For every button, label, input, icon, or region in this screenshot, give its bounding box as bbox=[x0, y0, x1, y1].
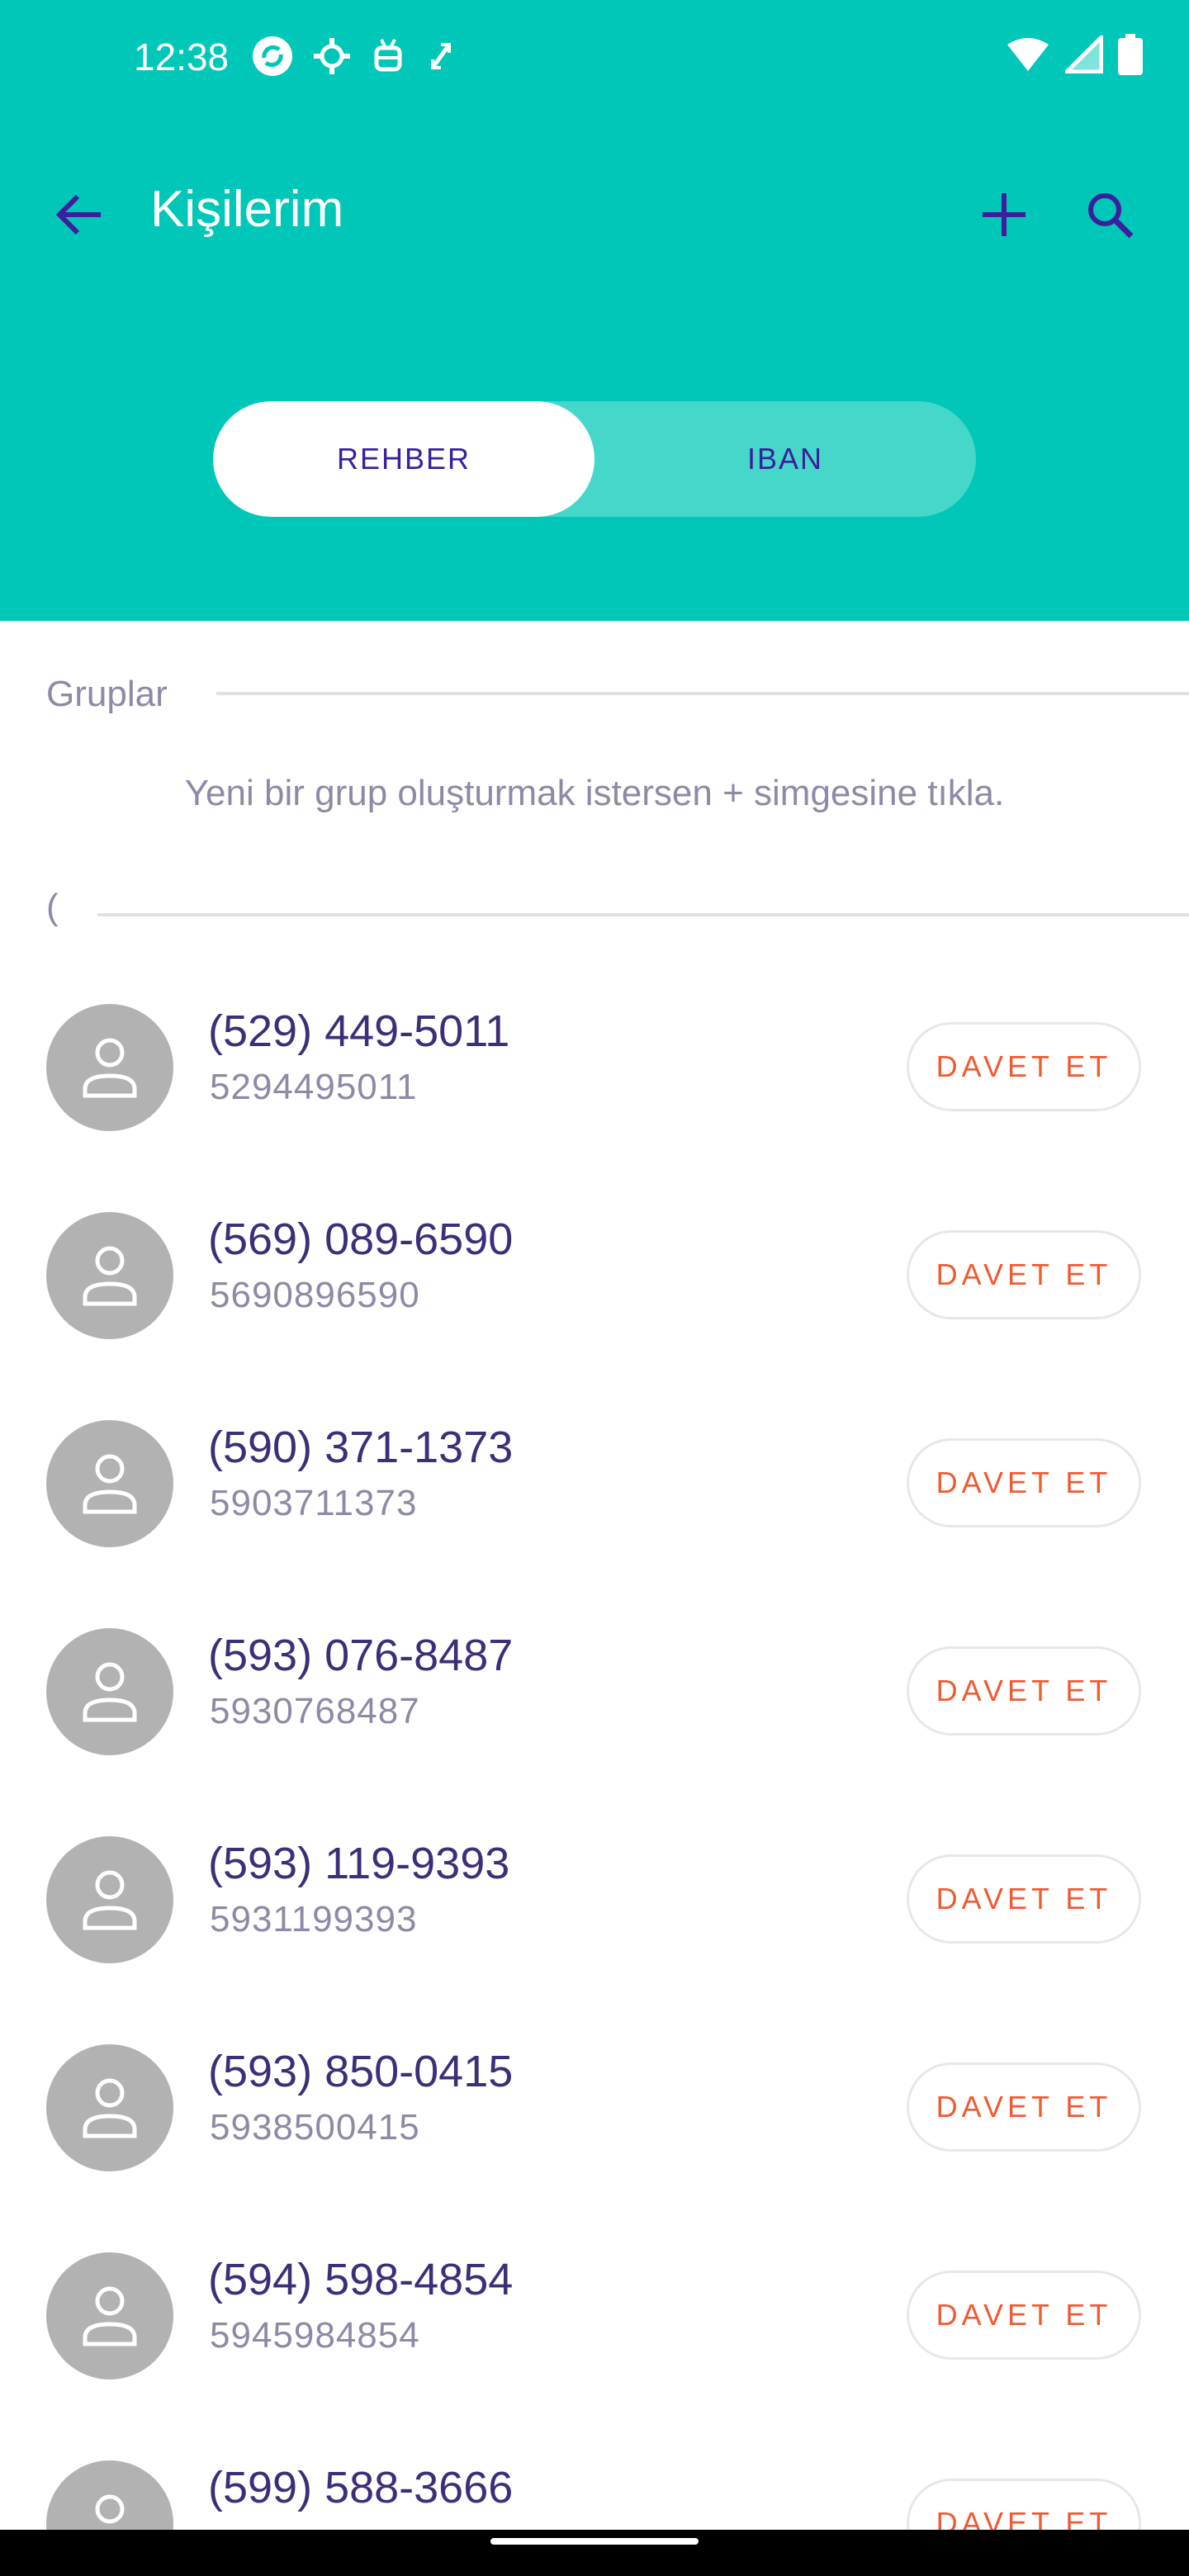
contact-row[interactable]: (593) 076-8487 5930768487 DAVET ET bbox=[0, 1612, 1189, 1777]
invite-button[interactable]: DAVET ET bbox=[907, 2479, 1141, 2530]
avatar bbox=[46, 2460, 173, 2530]
person-icon bbox=[83, 2078, 137, 2138]
invite-button[interactable]: DAVET ET bbox=[907, 1438, 1141, 1527]
search-icon bbox=[1088, 193, 1134, 239]
notification-sync-icon bbox=[251, 35, 294, 82]
contact-name: (599) 588-3666 bbox=[208, 2463, 514, 2512]
groups-divider bbox=[216, 692, 1189, 695]
invite-button[interactable]: DAVET ET bbox=[907, 1854, 1141, 1944]
tab-switcher: REHBER IBAN bbox=[213, 401, 976, 517]
avatar bbox=[46, 2044, 173, 2171]
groups-label: Gruplar bbox=[46, 674, 168, 714]
page-title: Kişilerim bbox=[150, 181, 344, 238]
app-bar: Kişilerim bbox=[0, 165, 1189, 264]
invite-button[interactable]: DAVET ET bbox=[907, 2271, 1141, 2360]
person-icon bbox=[95, 2494, 125, 2524]
contact-name: (569) 089-6590 bbox=[208, 1215, 514, 1264]
status-icons-right bbox=[1006, 31, 1143, 81]
invite-button[interactable]: DAVET ET bbox=[907, 1022, 1141, 1111]
contact-row[interactable]: (590) 371-1373 5903711373 DAVET ET bbox=[0, 1404, 1189, 1569]
search-button[interactable] bbox=[1077, 182, 1143, 248]
contact-row[interactable]: (593) 119-9393 5931199393 DAVET ET bbox=[0, 1820, 1189, 1985]
contacts-section-label: ( bbox=[46, 887, 59, 927]
wifi-icon bbox=[1006, 36, 1050, 77]
status-icons-left bbox=[251, 35, 457, 81]
contact-number: 5903711373 bbox=[210, 1483, 418, 1523]
avatar bbox=[46, 1628, 173, 1755]
signal-icon bbox=[1061, 31, 1104, 78]
avatar bbox=[46, 1004, 173, 1131]
tab-iban[interactable]: IBAN bbox=[594, 401, 976, 517]
contacts-divider bbox=[97, 913, 1189, 916]
back-button[interactable] bbox=[46, 182, 112, 248]
gear-icon bbox=[312, 36, 352, 80]
status-time: 12:38 bbox=[134, 36, 230, 78]
arrow-back-icon bbox=[55, 194, 101, 235]
contact-name: (593) 119-9393 bbox=[208, 1839, 510, 1888]
avatar bbox=[46, 1420, 173, 1547]
contact-name: (529) 449-5011 bbox=[208, 1006, 510, 1056]
plus-icon bbox=[983, 193, 1026, 236]
header: 12:38 Kişilerim REHBER IBAN bbox=[0, 0, 1189, 621]
invite-button[interactable]: DAVET ET bbox=[907, 1646, 1141, 1735]
contact-number: 5938500415 bbox=[210, 2107, 420, 2147]
person-icon bbox=[83, 1454, 137, 1514]
contact-row[interactable]: (594) 598-4854 5945984854 DAVET ET bbox=[0, 2236, 1189, 2401]
contact-number: 5945984854 bbox=[210, 2315, 420, 2356]
contact-number: 5294495011 bbox=[210, 1067, 418, 1107]
contact-name: (590) 371-1373 bbox=[208, 1423, 514, 1472]
person-icon bbox=[83, 1246, 137, 1306]
system-nav-bar bbox=[0, 2530, 1189, 2576]
android-icon bbox=[370, 36, 406, 80]
avatar bbox=[46, 1212, 173, 1339]
person-icon bbox=[83, 1038, 137, 1098]
groups-hint: Yeni bir grup oluşturmak istersen + simg… bbox=[184, 773, 1005, 813]
invite-button[interactable]: DAVET ET bbox=[907, 1230, 1141, 1319]
person-icon bbox=[83, 1870, 137, 1930]
contact-row[interactable]: (593) 850-0415 5938500415 DAVET ET bbox=[0, 2028, 1189, 2193]
battery-icon bbox=[1118, 33, 1143, 79]
person-icon bbox=[83, 1662, 137, 1722]
contact-row[interactable]: (569) 089-6590 5690896590 DAVET ET bbox=[0, 1196, 1189, 1361]
contact-name: (593) 076-8487 bbox=[208, 1631, 514, 1680]
contact-row[interactable]: (599) 588-3666 DAVET ET bbox=[0, 2444, 1189, 2530]
contact-name: (593) 850-0415 bbox=[208, 2047, 514, 2096]
contact-row[interactable]: (529) 449-5011 5294495011 DAVET ET bbox=[0, 987, 1189, 1153]
add-button[interactable] bbox=[971, 182, 1037, 248]
contact-number: 5930768487 bbox=[210, 1691, 420, 1731]
person-icon bbox=[83, 2286, 137, 2346]
status-bar: 12:38 bbox=[0, 0, 1189, 112]
contact-number: 5690896590 bbox=[210, 1275, 420, 1315]
home-handle[interactable] bbox=[490, 2538, 699, 2545]
contact-name: (594) 598-4854 bbox=[208, 2255, 514, 2304]
avatar bbox=[46, 1836, 173, 1963]
expand-icon bbox=[424, 36, 457, 80]
screen: 12:38 Kişilerim REHBER IBAN Gruplar Yeni… bbox=[0, 0, 1189, 2576]
invite-button[interactable]: DAVET ET bbox=[907, 2062, 1141, 2152]
tab-rehber[interactable]: REHBER bbox=[213, 401, 594, 517]
contact-number: 5931199393 bbox=[210, 1899, 418, 1939]
avatar bbox=[46, 2252, 173, 2379]
